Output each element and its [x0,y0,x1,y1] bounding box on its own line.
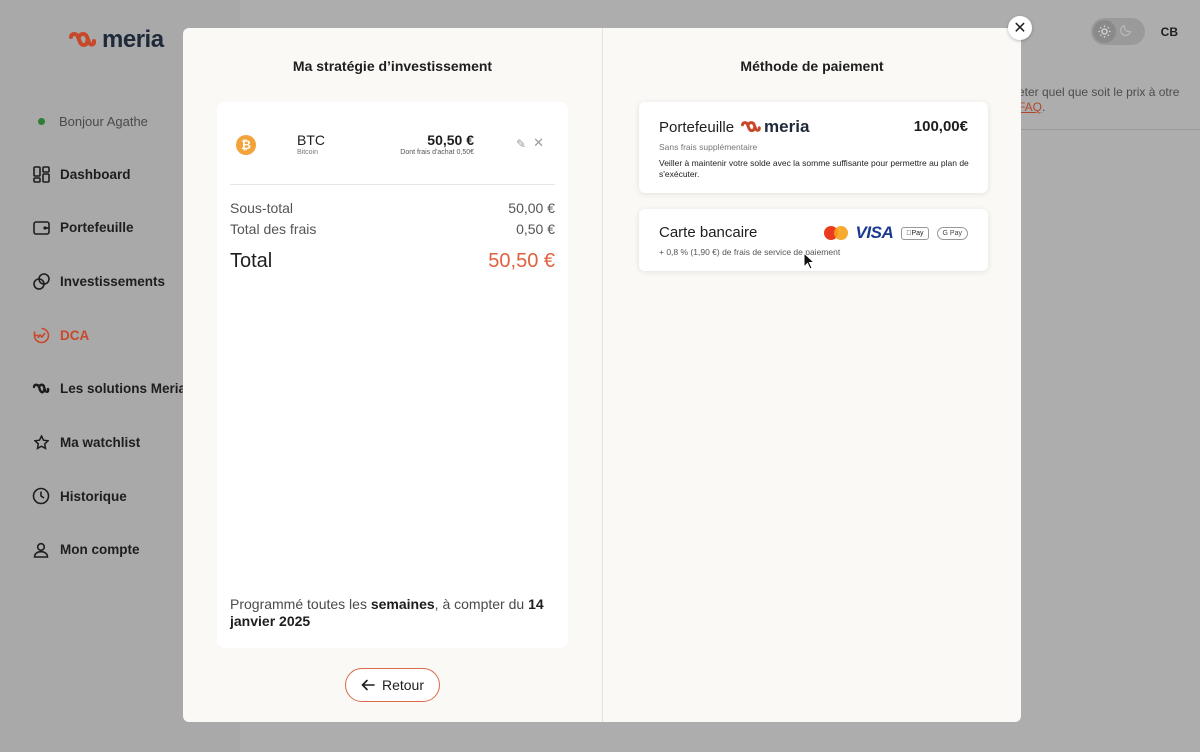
back-button-label: Retour [381,677,425,693]
asset-symbol: BTC [297,132,325,148]
wallet-icon [32,219,50,237]
sidebar-item-dashboard[interactable]: Dashboard [32,164,186,184]
asset-amount: 50,50 € [427,132,474,148]
card-brand-logos: VISA Pay G Pay [823,223,968,243]
wallet-title: Portefeuille meria [659,117,809,137]
schedule-middle: , à compter du [434,596,529,612]
close-icon[interactable]: ✕ [533,135,544,151]
sidebar-item-dca[interactable]: DCA [32,325,186,345]
total-value: 50,50 € [488,250,555,272]
subtotal-row: Sous-total 50,00 € [230,200,555,216]
brand-logo[interactable]: meria [68,26,164,54]
strategy-column: Ma stratégie d’investissement ₿ BTC Bitc… [183,28,602,722]
online-status-dot [38,118,45,125]
sidebar-item-mon-compte[interactable]: Mon compte [32,540,186,560]
greeting: Bonjour Agathe [38,114,148,129]
history-icon [32,487,50,505]
user-icon [32,541,50,559]
fees-row: Total des frais 0,50 € [230,221,555,237]
card-label: Carte bancaire [659,224,758,241]
strategy-summary-card: ₿ BTC Bitcoin 50,50 € Dont frais d'achat… [217,102,568,648]
sidebar-item-label: Mon compte [60,542,140,558]
sidebar-item-solutions-meria[interactable]: Les solutions Meria [32,379,186,399]
card-title: Carte bancaire [659,224,757,241]
payment-column: Méthode de paiement Portefeuille meria 1… [602,28,1021,722]
sidebar-item-investissements[interactable]: Investissements [32,271,186,291]
fees-value: 0,50 € [516,221,555,237]
asset-fee-note: Dont frais d'achat 0,50€ [400,149,474,156]
sidebar-item-historique[interactable]: Historique [32,486,186,506]
back-button[interactable]: Retour [345,668,440,702]
sidebar-item-label: Dashboard [60,166,131,182]
subtotal-label: Sous-total [230,200,294,216]
sidebar-item-label: DCA [60,327,90,343]
dca-icon [32,326,50,344]
header-controls: CB [1090,18,1178,45]
star-icon [32,433,50,451]
meria-solutions-icon [32,380,50,398]
wallet-balance: 100,00€ [913,118,968,135]
sidebar-item-label: Les solutions Meria [60,381,187,397]
sidebar-item-label: Portefeuille [60,220,134,236]
visa-logo: VISA [855,223,894,242]
user-initials-avatar[interactable]: CB [1161,25,1178,39]
background-hint-text: eter quel que soit le prix à otre FAQ. [1018,85,1188,115]
modal-close-button[interactable]: ✕ [1008,16,1032,40]
background-hint-suffix: . [1042,100,1046,114]
sidebar-nav: Dashboard Portefeuille Investissements D… [32,164,186,594]
close-icon: ✕ [1013,20,1027,37]
asset-row-btc: ₿ BTC Bitcoin 50,50 € Dont frais d'achat… [234,132,554,162]
dca-confirmation-modal: Ma stratégie d’investissement ₿ BTC Bitc… [183,28,1021,722]
schedule-text: Programmé toutes les semaines, à compter… [230,596,555,630]
sidebar-item-label: Historique [60,488,127,504]
asset-name: Bitcoin [297,149,319,156]
sidebar-item-watchlist[interactable]: Ma watchlist [32,432,186,452]
subtotal-value: 50,00 € [508,200,555,216]
arrow-left-icon [361,679,375,691]
background-divider [1010,129,1200,130]
payment-title: Méthode de paiement [740,58,884,74]
sidebar-item-portefeuille[interactable]: Portefeuille [32,218,186,238]
moon-icon [1119,23,1133,41]
google-pay-icon: G Pay [936,226,968,240]
bitcoin-icon: ₿ [236,135,256,155]
greeting-text: Bonjour Agathe [59,114,148,129]
faq-link[interactable]: FAQ [1018,100,1042,114]
wallet-note: Veiller à maintenir votre solde avec la … [659,158,969,179]
meria-logo-icon [741,121,761,133]
sun-icon [1092,20,1116,43]
meria-logo-icon [69,32,96,47]
fees-label: Total des frais [230,221,317,237]
payment-option-wallet[interactable]: Portefeuille meria 100,00€ Sans frais su… [639,102,988,193]
mastercard-icon [823,226,848,240]
background-hint-body: eter quel que soit le prix à otre [1018,85,1180,99]
apple-pay-icon: Pay [901,226,929,240]
wallet-label: Portefeuille [659,118,735,136]
wallet-subtitle: Sans frais supplémentaire [659,142,758,152]
pencil-icon[interactable]: ✎ [516,137,526,151]
theme-toggle[interactable] [1090,18,1145,45]
meria-brand-mini: meria [740,117,809,137]
divider [230,184,555,185]
brand-name: meria [102,26,164,53]
total-label: Total [230,250,273,272]
investments-icon [32,272,50,290]
sidebar-item-label: Investissements [60,273,166,289]
dashboard-icon [32,165,50,183]
mouse-cursor-icon [803,252,815,270]
schedule-frequency: semaines [370,596,435,612]
sidebar-item-label: Ma watchlist [60,434,141,450]
total-row: Total 50,50 € [230,250,555,273]
strategy-title: Ma stratégie d’investissement [292,58,493,74]
wallet-brand-name: meria [764,117,810,136]
schedule-prefix: Programmé toutes les [230,596,371,612]
